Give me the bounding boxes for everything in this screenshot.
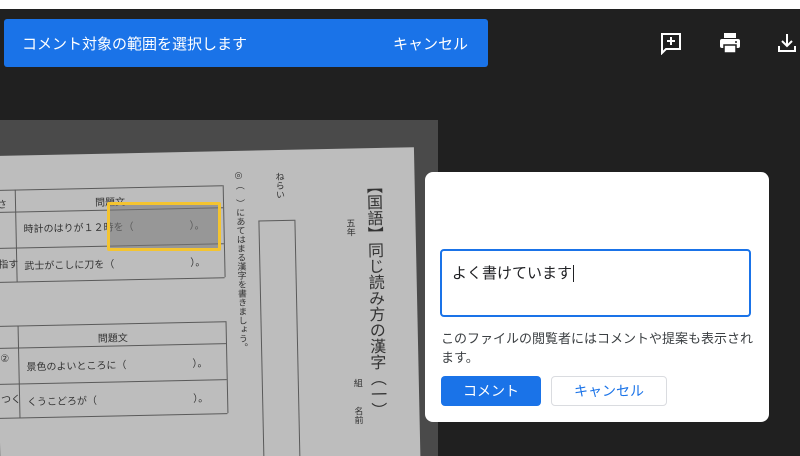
left-label: 指す xyxy=(0,259,19,271)
table-header: 問題文 xyxy=(97,333,128,345)
top-strip xyxy=(0,0,800,9)
question-row: 景色のよいところに（ xyxy=(26,360,127,374)
comment-card: よく書けています このファイルの閲覧者にはコメントや提案も表示されます。 コメン… xyxy=(425,172,769,422)
banner-cancel-button[interactable]: キャンセル xyxy=(393,33,468,54)
text-caret xyxy=(573,265,575,282)
question-row: 武士がこしに刀を（ xyxy=(24,259,115,273)
print-icon[interactable] xyxy=(715,28,745,58)
comment-submit-button[interactable]: コメント xyxy=(441,376,541,406)
class-label: 組 xyxy=(351,378,362,388)
worksheet-title: 【国語】同じ読み方の漢字（一） xyxy=(363,177,388,419)
banner-message: コメント対象の範囲を選択します xyxy=(22,34,248,53)
aim-label: ねらい xyxy=(273,171,284,200)
circle-number: ② xyxy=(0,353,10,365)
grade-label: 五年 xyxy=(344,218,355,237)
worksheet-paper: さ 指す ② つく 問題文 時計のはりが１２時を（ ）。 武士がこしに刀を（ ）… xyxy=(0,147,421,456)
comment-text: よく書けています xyxy=(452,264,573,282)
selected-region-highlight[interactable] xyxy=(107,202,221,251)
question-row: くうこどろが（ xyxy=(27,395,98,409)
comment-input[interactable]: よく書けています xyxy=(440,249,751,317)
download-icon[interactable] xyxy=(772,28,800,58)
left-label: つく xyxy=(1,394,22,406)
left-label: さ xyxy=(0,199,8,211)
document-page: さ 指す ② つく 問題文 時計のはりが１２時を（ ）。 武士がこしに刀を（ ）… xyxy=(0,120,438,456)
add-comment-icon[interactable] xyxy=(656,28,686,58)
comment-selection-banner: コメント対象の範囲を選択します キャンセル xyxy=(4,19,488,67)
visibility-hint: このファイルの閲覧者にはコメントや提案も表示されます。 xyxy=(441,332,754,366)
comment-cancel-button[interactable]: キャンセル xyxy=(551,376,667,406)
name-label: 名前 xyxy=(352,406,363,425)
instruction-text: ◎（ ）にあてはまる漢字を書きましょう。 xyxy=(233,170,248,352)
